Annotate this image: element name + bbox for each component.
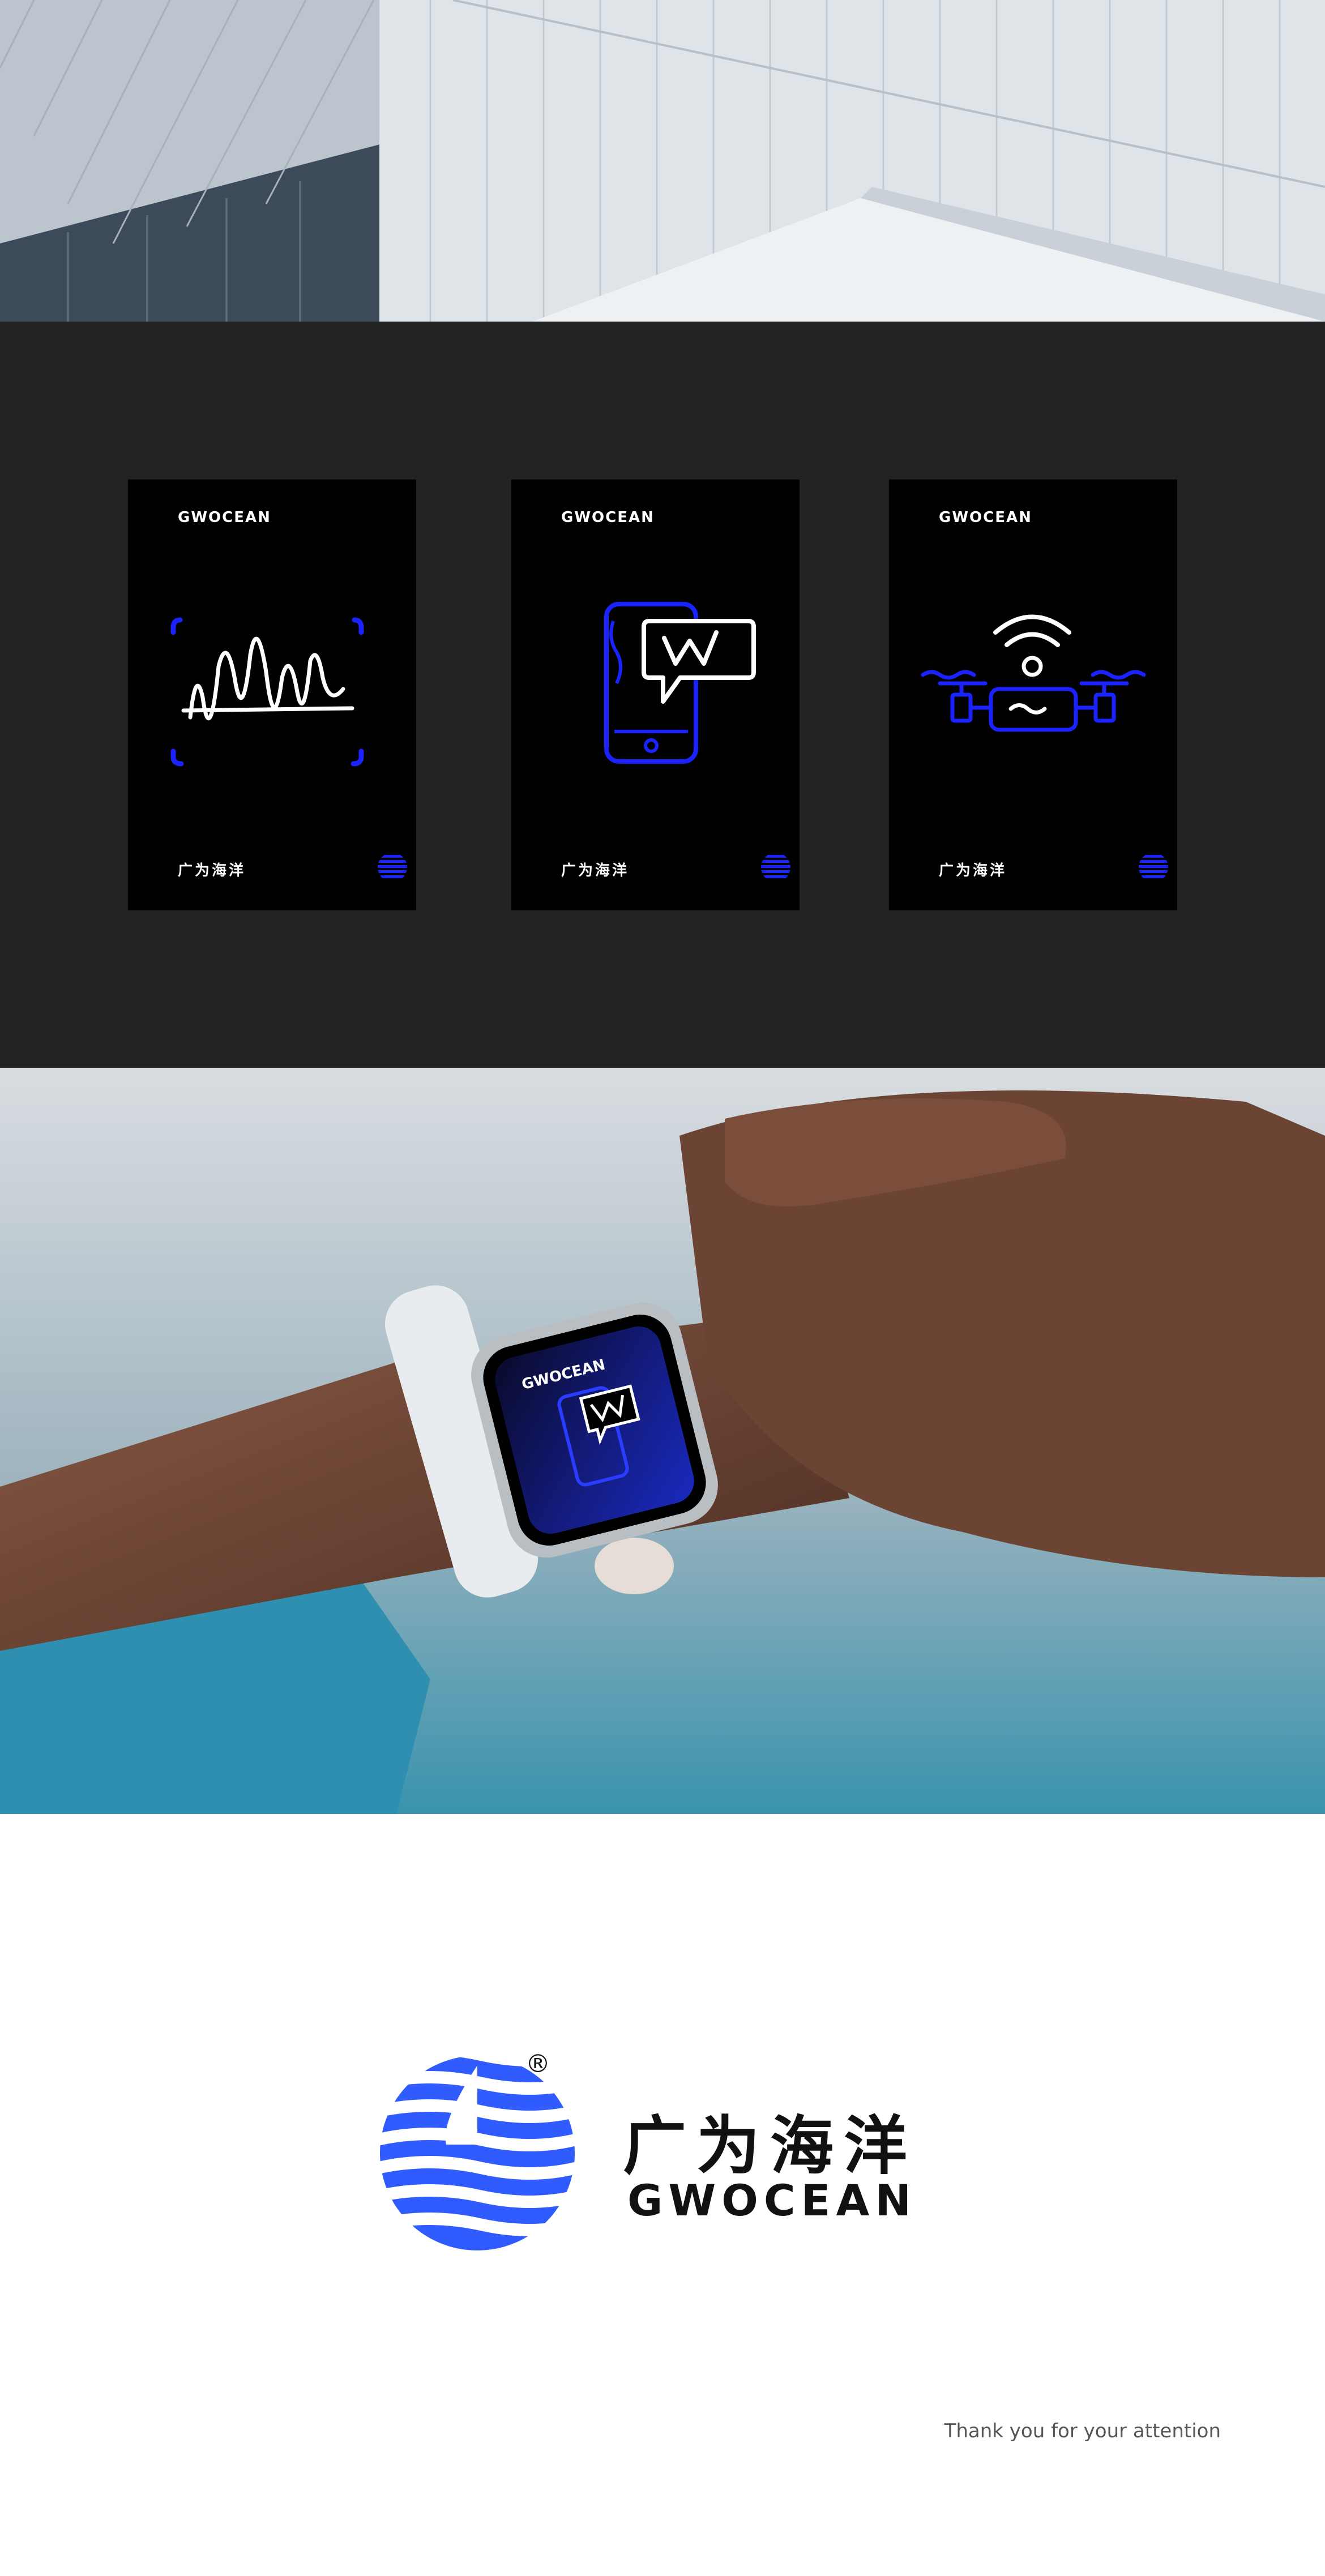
card-phone-chat: GWOCEAN 广为海洋	[511, 480, 800, 910]
card-brand-label: GWOCEAN	[178, 509, 271, 526]
card-brand-cn: 广为海洋	[178, 862, 246, 879]
card-drone: GWOCEAN 广为海洋	[889, 480, 1177, 910]
smartwatch-photo: GWOCEAN	[0, 1068, 1325, 1814]
card-brand-cn: 广为海洋	[561, 862, 630, 879]
thanks-text: Thank you for your attention	[944, 2420, 1221, 2442]
smartwatch-illustration: GWOCEAN	[0, 1068, 1325, 1814]
app-cards-section: GWOCEAN 广为海洋 GWOCEAN 广为海洋 GWOCEAN 广为海洋	[0, 322, 1325, 1068]
gwocean-mini-logo-icon	[1139, 855, 1168, 878]
brand-name-cn: 广为海洋	[623, 2109, 917, 2183]
brand-name-en: GWOCEAN	[627, 2175, 917, 2226]
phone-chat-icon	[604, 602, 756, 764]
card-waveform: GWOCEAN 广为海洋	[128, 480, 416, 910]
card-brand-label: GWOCEAN	[939, 509, 1032, 526]
card-brand-cn: 广为海洋	[939, 862, 1007, 879]
gwocean-mini-logo-icon	[378, 855, 407, 878]
drone-wifi-icon	[921, 614, 1146, 732]
building-illustration	[0, 0, 1325, 322]
hero-building-photo	[0, 0, 1325, 322]
registered-mark: ®	[525, 2049, 550, 2078]
card-brand-label: GWOCEAN	[561, 509, 655, 526]
gwocean-mini-logo-icon	[761, 855, 790, 878]
waveform-scan-icon	[170, 617, 364, 767]
gwocean-logo-icon	[380, 2056, 575, 2250]
